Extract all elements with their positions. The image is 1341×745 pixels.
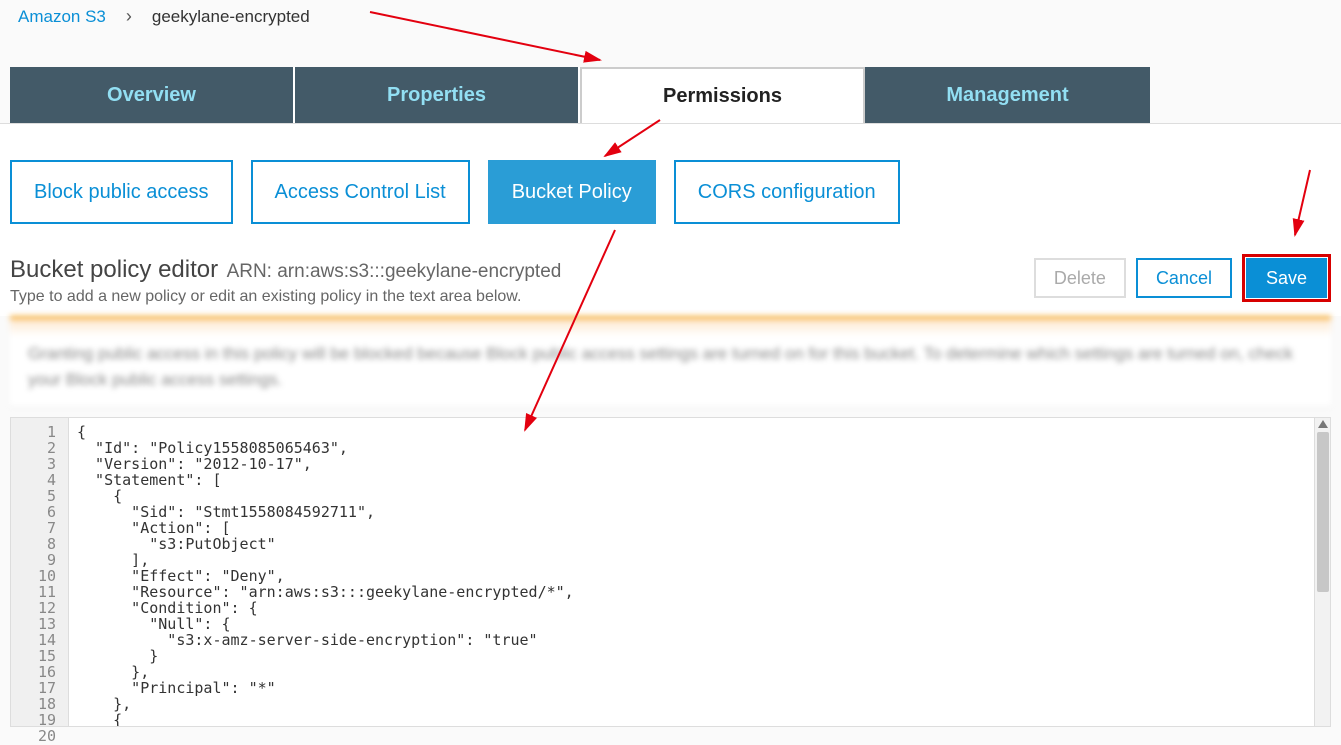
tab-permissions[interactable]: Permissions <box>580 67 865 123</box>
permissions-subtabs: Block public access Access Control List … <box>10 160 1331 224</box>
delete-button[interactable]: Delete <box>1034 258 1126 298</box>
cancel-button[interactable]: Cancel <box>1136 258 1232 298</box>
policy-editor-actions: Delete Cancel Save <box>1034 254 1331 306</box>
permissions-panel: Block public access Access Control List … <box>0 123 1341 316</box>
save-button[interactable]: Save <box>1246 258 1327 298</box>
save-button-highlight: Save <box>1242 254 1331 302</box>
subtab-cors-configuration[interactable]: CORS configuration <box>674 160 900 224</box>
breadcrumb: Amazon S3 › geekylane-encrypted <box>0 0 1341 37</box>
tab-overview[interactable]: Overview <box>10 67 295 123</box>
policy-editor-header: Bucket policy editor ARN: arn:aws:s3:::g… <box>10 254 1331 316</box>
editor-line-gutter: 1 2 3 4 5 6 7 8 9 10 11 12 13 14 15 16 1… <box>11 418 69 726</box>
scrollbar-thumb[interactable] <box>1317 432 1329 592</box>
public-access-warning: Granting public access in this policy wi… <box>10 316 1331 407</box>
scroll-up-icon[interactable] <box>1318 420 1328 428</box>
subtab-access-control-list[interactable]: Access Control List <box>251 160 470 224</box>
editor-code-area[interactable]: { "Id": "Policy1558085065463", "Version"… <box>69 418 1314 726</box>
bucket-policy-editor[interactable]: 1 2 3 4 5 6 7 8 9 10 11 12 13 14 15 16 1… <box>10 417 1331 727</box>
subtab-block-public-access[interactable]: Block public access <box>10 160 233 224</box>
tab-properties[interactable]: Properties <box>295 67 580 123</box>
policy-editor-arn: ARN: arn:aws:s3:::geekylane-encrypted <box>227 261 562 282</box>
main-tabs: Overview Properties Permissions Manageme… <box>0 67 1341 123</box>
breadcrumb-service-link[interactable]: Amazon S3 <box>18 7 106 27</box>
subtab-bucket-policy[interactable]: Bucket Policy <box>488 160 656 224</box>
policy-editor-subtitle: Type to add a new policy or edit an exis… <box>10 288 561 306</box>
breadcrumb-bucket: geekylane-encrypted <box>152 7 310 27</box>
policy-editor-title: Bucket policy editor <box>10 256 218 283</box>
editor-scrollbar[interactable] <box>1314 418 1330 726</box>
tab-management[interactable]: Management <box>865 67 1150 123</box>
chevron-right-icon: › <box>126 6 132 27</box>
